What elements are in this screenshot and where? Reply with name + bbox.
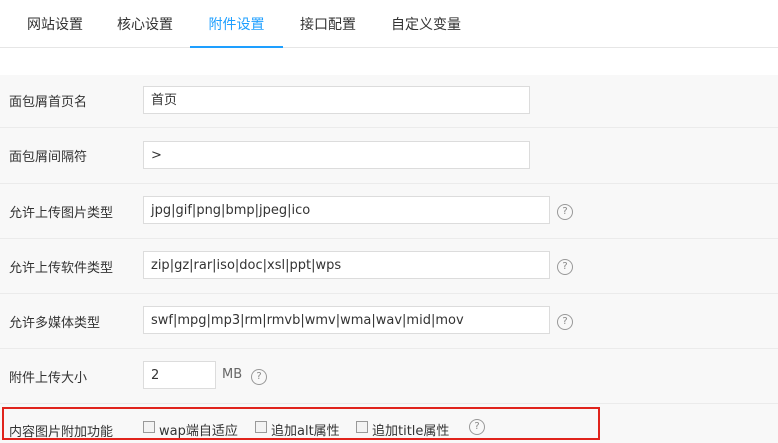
upload-size-unit: MB: [222, 367, 243, 382]
help-icon[interactable]: ?: [557, 314, 573, 330]
breadcrumb-separator-label: 面包屑间隔符: [9, 150, 88, 165]
media-types-input[interactable]: swf|mpg|mp3|rm|rmvb|wmv|wma|wav|mid|mov: [143, 306, 550, 334]
form-row-media-types: 允许多媒体类型 swf|mpg|mp3|rm|rmvb|wmv|wma|wav|…: [0, 294, 778, 348]
upload-size-label: 附件上传大小: [9, 371, 88, 386]
form-row-breadcrumb-home: 面包屑首页名 首页: [0, 75, 778, 127]
settings-tabs: 网站设置 核心设置 附件设置 接口配置 自定义变量: [0, 0, 778, 48]
software-types-input[interactable]: zip|gz|rar|iso|doc|xsl|ppt|wps: [143, 251, 550, 279]
tab-core-settings[interactable]: 核心设置: [100, 0, 190, 47]
help-icon[interactable]: ?: [557, 259, 573, 275]
tab-api-config[interactable]: 接口配置: [283, 0, 373, 47]
highlight-box: [2, 407, 600, 440]
help-icon[interactable]: ?: [557, 204, 573, 220]
tab-custom-variables[interactable]: 自定义变量: [373, 0, 479, 47]
image-types-label: 允许上传图片类型: [9, 206, 114, 221]
tab-attachment-settings[interactable]: 附件设置: [190, 0, 283, 48]
form-row-image-types: 允许上传图片类型 jpg|gif|png|bmp|jpeg|ico ?: [0, 184, 778, 238]
upload-size-input[interactable]: 2: [143, 361, 216, 389]
software-types-label: 允许上传软件类型: [9, 261, 114, 276]
help-icon[interactable]: ?: [251, 369, 267, 385]
tab-website-settings[interactable]: 网站设置: [10, 0, 100, 47]
breadcrumb-separator-input[interactable]: >: [143, 141, 530, 169]
form-row-breadcrumb-separator: 面包屑间隔符 >: [0, 128, 778, 183]
form-row-upload-size: 附件上传大小 2 MB ?: [0, 349, 778, 403]
breadcrumb-home-input[interactable]: 首页: [143, 86, 530, 114]
media-types-label: 允许多媒体类型: [9, 316, 101, 331]
image-types-input[interactable]: jpg|gif|png|bmp|jpeg|ico: [143, 196, 550, 224]
breadcrumb-home-label: 面包屑首页名: [9, 95, 88, 110]
form-row-software-types: 允许上传软件类型 zip|gz|rar|iso|doc|xsl|ppt|wps …: [0, 239, 778, 293]
